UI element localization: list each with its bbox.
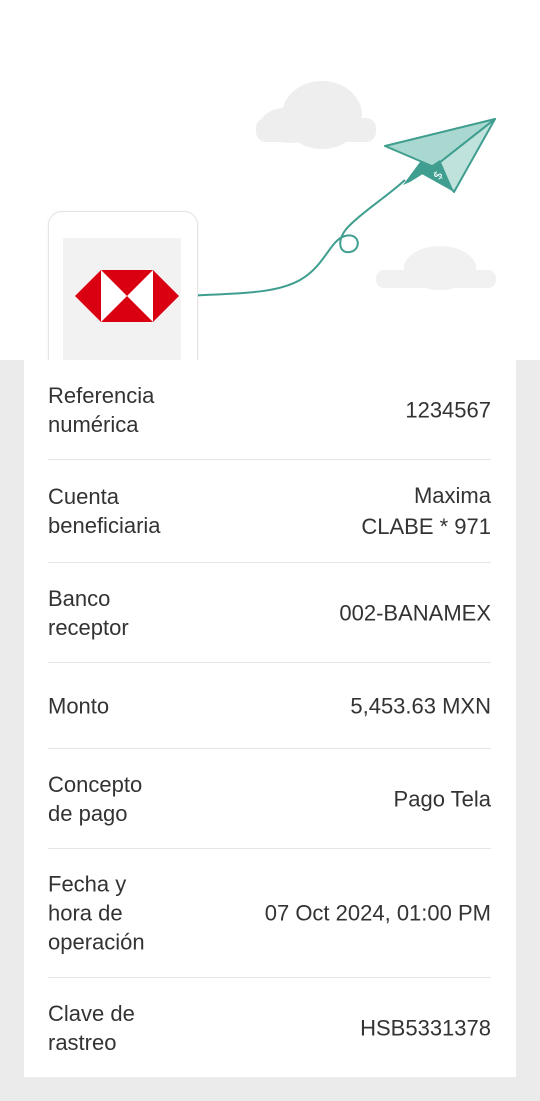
cloud-icon [256, 81, 376, 149]
detail-row-bank: Banco receptor 002-BANAMEX [48, 563, 491, 663]
detail-value: 002-BANAMEX [339, 600, 491, 625]
detail-value: Maxima CLABE * 971 [361, 480, 491, 542]
detail-row-tracking: Clave de rastreo HSB5331378 [48, 978, 491, 1077]
detail-value: HSB5331378 [360, 1015, 491, 1040]
detail-label: Cuenta beneficiaria [48, 484, 161, 538]
detail-row-concept: Concepto de pago Pago Tela [48, 749, 491, 849]
receipt-card: Referencia numérica 1234567 Cuenta benef… [24, 360, 516, 1077]
detail-label: Banco receptor [48, 585, 129, 640]
beneficiary-clabe: CLABE * 971 [361, 514, 491, 539]
detail-row-reference: Referencia numérica 1234567 [48, 360, 491, 460]
detail-label: Concepto de pago [48, 771, 143, 826]
hsbc-logo-icon [75, 270, 179, 322]
flight-path-line [183, 179, 406, 297]
detail-value: 1234567 [405, 397, 491, 422]
detail-value: 5,453.63 MXN [350, 693, 491, 718]
beneficiary-name: Maxima [413, 483, 491, 508]
detail-row-account: Cuenta beneficiaria Maxima CLABE * 971 [48, 460, 491, 563]
detail-value: Pago Tela [393, 786, 491, 811]
cloud-icon-small [376, 246, 496, 290]
paper-plane-icon: $ [384, 118, 496, 193]
phone-mockup [48, 211, 198, 360]
detail-label: Referencia numérica [48, 382, 155, 437]
detail-label: Fecha y hora de operación [48, 871, 145, 955]
detail-value: 07 Oct 2024, 01:00 PM [264, 900, 491, 926]
transfer-illustration: $ [0, 0, 540, 360]
detail-row-amount: Monto 5,453.63 MXN [48, 663, 491, 749]
detail-row-datetime: Fecha y hora de operación 07 Oct 2024, 0… [48, 849, 491, 978]
detail-label: Monto [48, 693, 110, 718]
detail-label: Clave de rastreo [48, 1000, 135, 1055]
